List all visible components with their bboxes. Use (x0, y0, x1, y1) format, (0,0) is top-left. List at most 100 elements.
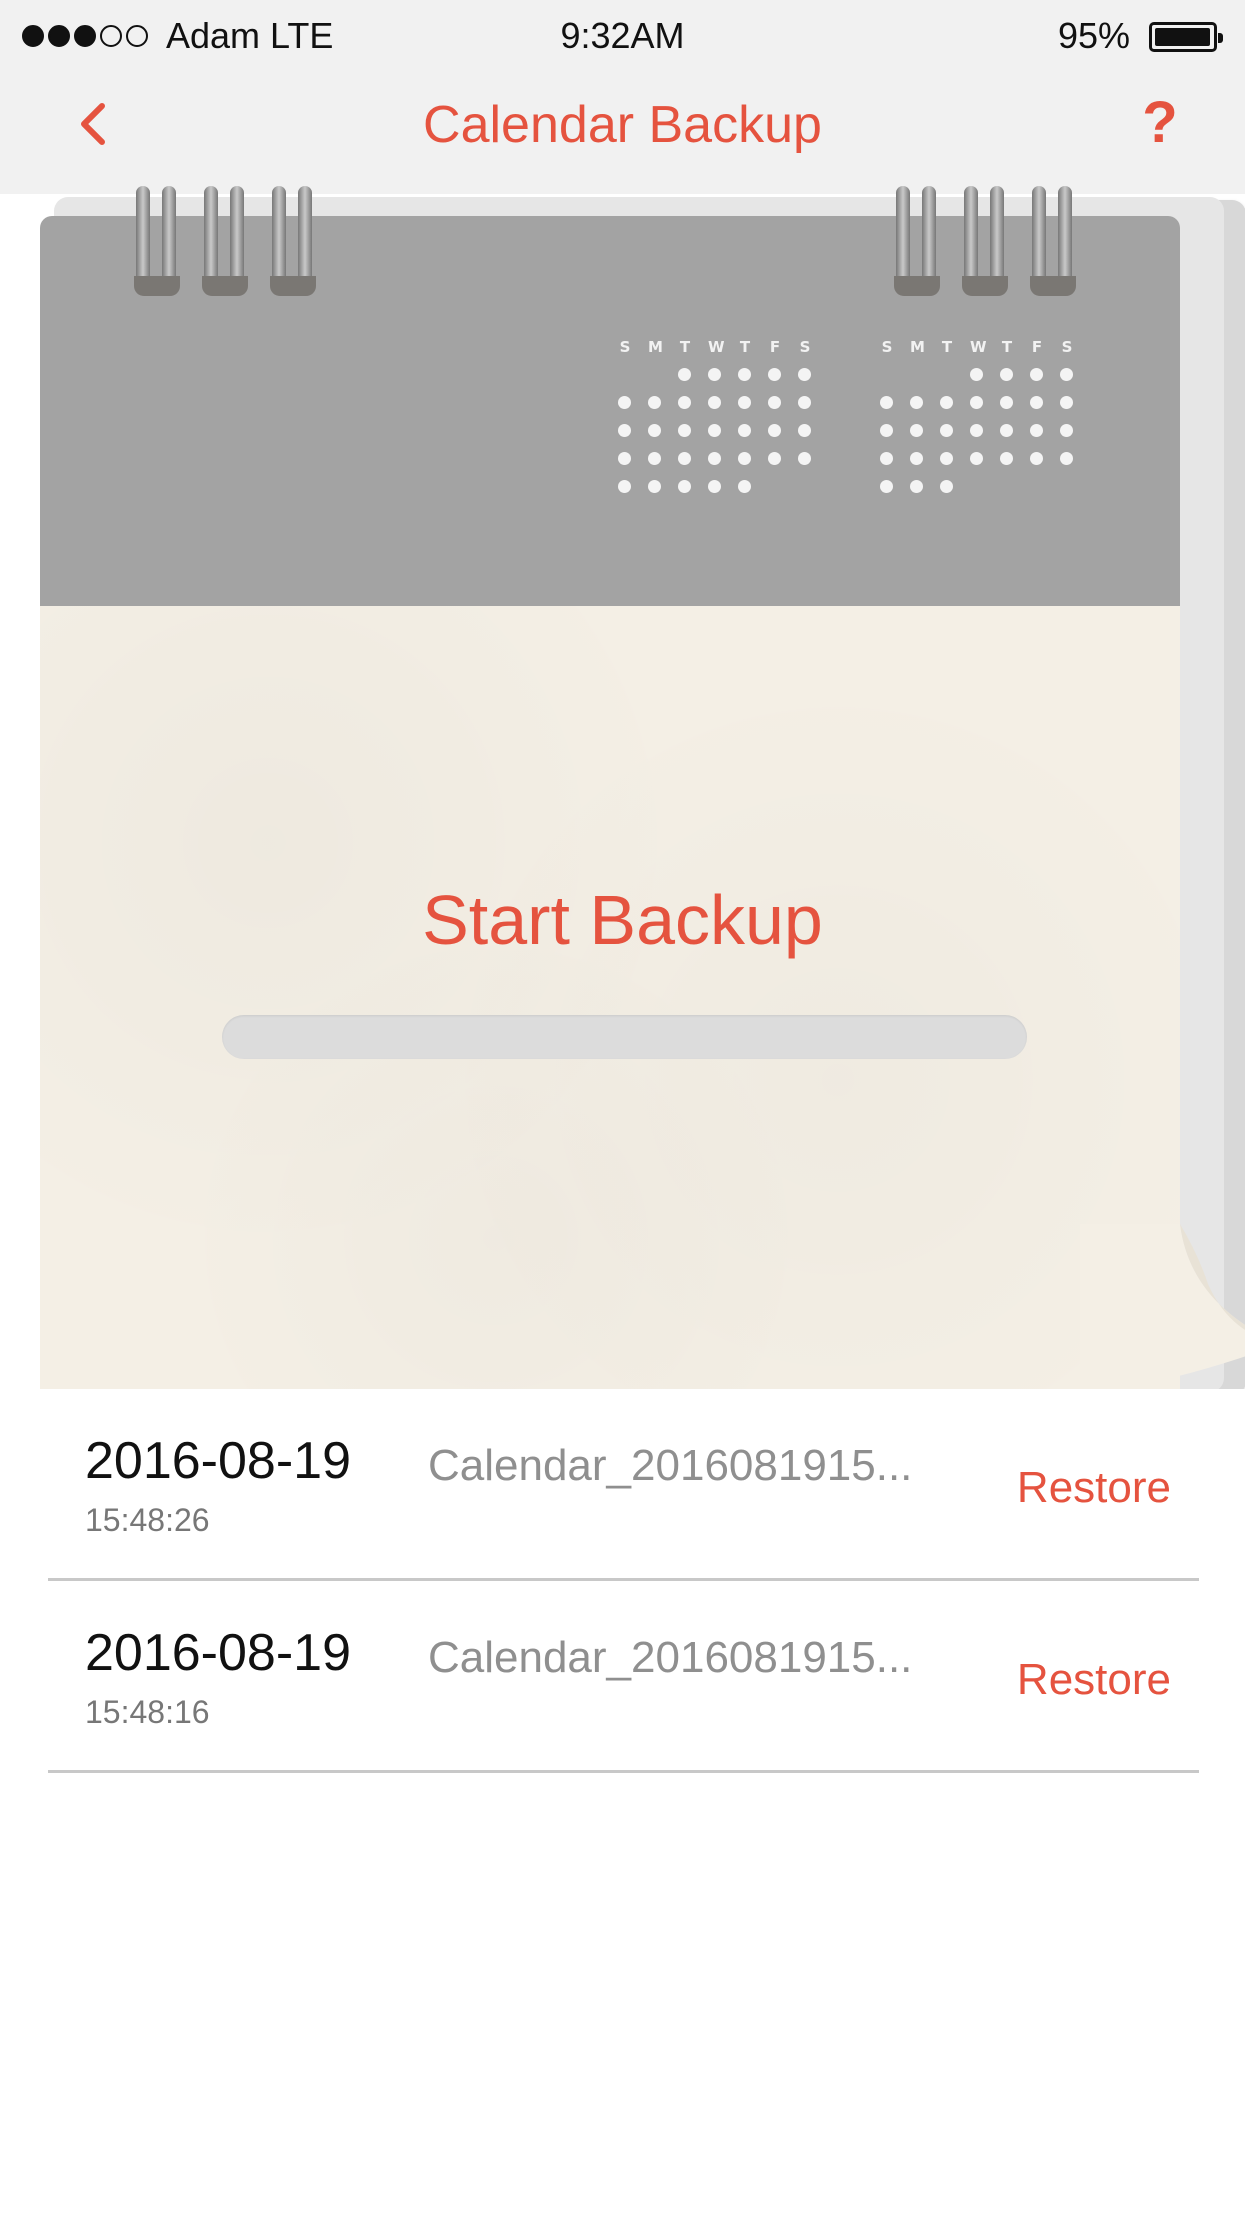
mini-month-1: SMTWTFS (618, 338, 812, 493)
day-dot (678, 396, 691, 409)
day-dot (618, 480, 631, 493)
day-dot (1030, 424, 1043, 437)
status-bar: Adam LTE 9:32AM 95% (0, 0, 1245, 74)
day-dot (1000, 368, 1013, 381)
day-dot (940, 480, 953, 493)
day-dot (618, 452, 631, 465)
day-dot (708, 424, 721, 437)
calendar-illustration: SMTWTFS SMTWTFS (40, 186, 1245, 1396)
restore-button[interactable]: Restore (1017, 1653, 1171, 1707)
day-dot (970, 368, 983, 381)
page-curl-icon (1080, 1224, 1245, 1394)
weekday-label: T (1001, 338, 1013, 356)
day-dot (618, 424, 631, 437)
list-item: 2016-08-19 15:48:26 Calendar_2016081915.… (0, 1389, 1245, 1581)
day-dot (768, 396, 781, 409)
day-dot (738, 368, 751, 381)
day-dot (648, 480, 661, 493)
list-item: 2016-08-19 15:48:16 Calendar_2016081915.… (0, 1581, 1245, 1773)
day-dot (708, 396, 721, 409)
day-dot (1000, 424, 1013, 437)
day-dot (708, 368, 721, 381)
day-dot (1030, 452, 1043, 465)
day-dot (708, 452, 721, 465)
day-dot (738, 480, 751, 493)
day-dot (798, 452, 811, 465)
help-button[interactable]: ? (1135, 90, 1185, 156)
weekday-label: T (739, 338, 751, 356)
weekday-label: S (881, 338, 893, 356)
calendar-paper (40, 606, 1180, 1396)
day-dot (880, 452, 893, 465)
backup-date: 2016-08-19 (85, 1432, 351, 1490)
day-dot (768, 452, 781, 465)
weekday-label: M (648, 338, 663, 356)
day-dot (648, 396, 661, 409)
page-title: Calendar Backup (423, 96, 822, 154)
binder-ring-base (202, 276, 248, 296)
backup-date: 2016-08-19 (85, 1624, 351, 1682)
day-dot (1030, 396, 1043, 409)
day-dot (970, 452, 983, 465)
day-dot (970, 396, 983, 409)
day-dot (768, 424, 781, 437)
day-dot (648, 424, 661, 437)
restore-button[interactable]: Restore (1017, 1461, 1171, 1515)
day-dot (1000, 452, 1013, 465)
day-dot (940, 424, 953, 437)
day-dot (970, 424, 983, 437)
binder-ring-base (134, 276, 180, 296)
weekday-label: T (679, 338, 691, 356)
day-dot (738, 396, 751, 409)
day-dot (648, 452, 661, 465)
day-dot (738, 424, 751, 437)
day-dot (798, 396, 811, 409)
day-dot (678, 452, 691, 465)
mini-month-2: SMTWTFS (880, 338, 1074, 493)
top-bar: Adam LTE 9:32AM 95% Calendar Backup ? (0, 0, 1245, 194)
day-dot (678, 368, 691, 381)
day-dot (678, 424, 691, 437)
binder-ring-base (1030, 276, 1076, 296)
weekday-label: T (941, 338, 953, 356)
day-dot (768, 368, 781, 381)
day-dot (940, 452, 953, 465)
backup-list: 2016-08-19 15:48:26 Calendar_2016081915.… (0, 1389, 1245, 1773)
binder-ring-base (962, 276, 1008, 296)
battery-percent: 95% (1057, 15, 1130, 56)
day-dot (910, 480, 923, 493)
day-dot (678, 480, 691, 493)
binder-ring-base (894, 276, 940, 296)
day-dot (910, 424, 923, 437)
weekday-labels: SMTWTFS (618, 338, 812, 356)
day-dot (910, 452, 923, 465)
day-dot (618, 396, 631, 409)
day-dot (798, 368, 811, 381)
backup-time: 15:48:26 (85, 1502, 210, 1538)
weekday-label: W (708, 338, 725, 356)
weekday-label: S (619, 338, 631, 356)
battery-icon (1149, 22, 1223, 52)
day-dot (880, 424, 893, 437)
binder-ring-base (270, 276, 316, 296)
backup-progress-bar (222, 1015, 1027, 1059)
day-dot (910, 396, 923, 409)
navigation-bar: Calendar Backup ? (0, 80, 1245, 170)
start-backup-button[interactable]: Start Backup (0, 880, 1245, 960)
calendar-header: SMTWTFS SMTWTFS (40, 186, 1180, 606)
day-dot (708, 480, 721, 493)
weekday-label: F (1031, 338, 1043, 356)
day-dot (880, 480, 893, 493)
backup-time: 15:48:16 (85, 1694, 210, 1730)
backup-filename: Calendar_2016081915... (428, 1633, 913, 1682)
day-dot (738, 452, 751, 465)
day-dot (1030, 368, 1043, 381)
day-dot (880, 396, 893, 409)
day-dot (1060, 368, 1073, 381)
divider (48, 1770, 1199, 1773)
weekday-labels: SMTWTFS (880, 338, 1074, 356)
battery-nub (1218, 33, 1223, 43)
backup-filename: Calendar_2016081915... (428, 1441, 913, 1490)
day-dot (1060, 452, 1073, 465)
weekday-label: S (1061, 338, 1073, 356)
